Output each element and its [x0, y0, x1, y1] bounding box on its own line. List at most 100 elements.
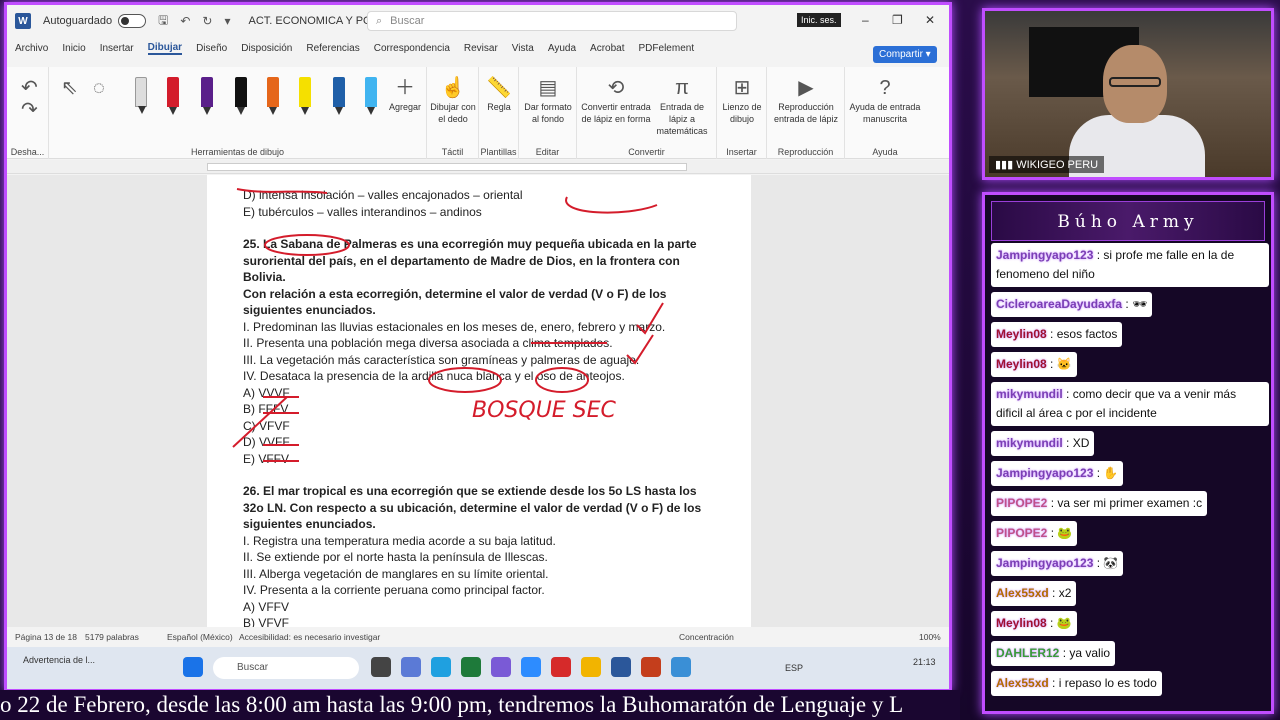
lasso-tool-icon[interactable]: ◌ [93, 75, 105, 101]
chat-message: Alex55xd : x2 [991, 581, 1271, 611]
zoom-level[interactable]: 100% [919, 632, 941, 642]
chat-username[interactable]: mikymundil [996, 387, 1063, 401]
chat-username[interactable]: PIPOPE2 [996, 526, 1047, 540]
tab-correspondencia[interactable]: Correspondencia [374, 43, 450, 54]
q25-item: IV. Desataca la presencia de la ardilla … [243, 369, 625, 383]
page-count[interactable]: Página 13 de 18 [15, 632, 77, 642]
ruler-button[interactable]: 📏 Regla [481, 75, 517, 113]
edge-icon[interactable] [431, 657, 451, 677]
language-status[interactable]: Español (México) [167, 632, 233, 642]
chat-username[interactable]: Meylin08 [996, 357, 1047, 371]
undo-icon[interactable]: ↶ [180, 14, 190, 28]
tab-inicio[interactable]: Inicio [62, 43, 85, 54]
chat-username[interactable]: CicleroareaDayudaxfa [996, 297, 1122, 311]
group-label-replay: Reproducción [777, 147, 834, 157]
signin-button[interactable]: Inic. ses. [797, 13, 841, 27]
chat-username[interactable]: Jampingyapo123 [996, 248, 1093, 262]
ink-replay-button[interactable]: ▶ Reproducción entrada de lápiz [771, 75, 841, 125]
redo-icon[interactable]: ↻ [202, 14, 212, 28]
chat-bubble: PIPOPE2 : 🐸 [991, 521, 1078, 546]
horizontal-ruler[interactable] [7, 160, 949, 174]
eraser-icon[interactable] [135, 77, 147, 114]
tab-archivo[interactable]: Archivo [15, 43, 48, 54]
tab-acrobat[interactable]: Acrobat [590, 43, 624, 54]
restore-icon[interactable]: ❐ [892, 13, 903, 27]
task-view-icon[interactable] [371, 657, 391, 677]
excel-icon[interactable] [461, 657, 481, 677]
tab-ayuda[interactable]: Ayuda [548, 43, 576, 54]
windows-start-icon[interactable] [183, 657, 203, 677]
q25-option: A) VVVF [243, 385, 290, 400]
chat-username[interactable]: mikymundil [996, 436, 1063, 450]
highlighter-yellow-icon[interactable] [299, 77, 311, 115]
pen-red-icon[interactable] [167, 77, 179, 115]
app-icon[interactable] [401, 657, 421, 677]
minimize-icon[interactable]: – [862, 13, 869, 27]
chat-username[interactable]: DAHLER12 [996, 646, 1059, 660]
pen-black-icon[interactable] [235, 77, 247, 115]
draw-with-finger-button[interactable]: ☝ Dibujar con el dedo [429, 75, 477, 125]
chat-text: esos factos [1056, 327, 1118, 341]
convert-group: ⟲ Convertir entrada de lápiz en forma π En… [577, 67, 717, 159]
q25-item: II. Presenta una población mega diversa … [243, 336, 613, 350]
chat-username[interactable]: Meylin08 [996, 616, 1047, 630]
signal-icon: ▮▮▮ [995, 159, 1017, 171]
customize-toolbar-icon[interactable]: ▾ [224, 14, 230, 28]
tab-disposicion[interactable]: Disposición [241, 43, 292, 54]
chrome-icon[interactable] [671, 657, 691, 677]
document-page[interactable]: D) intensa insolación – valles encajonad… [207, 175, 751, 627]
powerpoint-icon[interactable] [641, 657, 661, 677]
acrobat-icon[interactable] [551, 657, 571, 677]
q25-title-line: Con relación a esta ecorregión, determin… [243, 286, 667, 301]
taskbar-search[interactable]: Buscar [213, 657, 359, 679]
tab-pdfelement[interactable]: PDFelement [639, 43, 695, 54]
tab-referencias[interactable]: Referencias [306, 43, 359, 54]
ink-to-math-button[interactable]: π Entrada de lápiz a matemáticas [651, 75, 713, 137]
clock[interactable]: 21:13 [913, 657, 936, 667]
app-icon[interactable] [491, 657, 511, 677]
chat-username[interactable]: Jampingyapo123 [996, 556, 1093, 570]
redo-button[interactable]: ↷ [21, 97, 38, 123]
tab-diseno[interactable]: Diseño [196, 43, 227, 54]
word-window: W Autoguardado 🖫 ↶ ↻ ▾ ACT. ECONOMICA Y … [4, 2, 952, 692]
focus-mode[interactable]: Concentración [679, 632, 734, 642]
save-icon[interactable]: 🖫 [158, 11, 168, 32]
chat-messages: Jampingyapo123 : si profe me falle en la… [991, 243, 1271, 701]
word-icon[interactable] [611, 657, 631, 677]
q26-item: II. Se extiende por el norte hasta la pe… [243, 550, 548, 564]
add-pen-button[interactable]: ＋ Agregar [387, 75, 423, 113]
share-button[interactable]: Compartir ▾ [873, 46, 937, 63]
pen-orange-icon[interactable] [267, 77, 279, 115]
chat-username[interactable]: Jampingyapo123 [996, 466, 1093, 480]
tab-dibujar[interactable]: Dibujar [147, 42, 183, 55]
file-explorer-icon[interactable] [581, 657, 601, 677]
accessibility-status[interactable]: Accesibilidad: es necesario investigar [239, 632, 380, 642]
language-indicator[interactable]: ESP [785, 663, 803, 673]
tab-insertar[interactable]: Insertar [100, 43, 134, 54]
tab-revisar[interactable]: Revisar [464, 43, 498, 54]
ink-to-shape-button[interactable]: ⟲ Convertir entrada de lápiz en forma [581, 75, 651, 125]
drawing-canvas-button[interactable]: ⊞ Lienzo de dibujo [721, 75, 763, 125]
chat-username[interactable]: Alex55xd [996, 586, 1049, 600]
group-label-insert: Insertar [726, 147, 757, 157]
warning-notification[interactable]: Advertencia de l... [23, 655, 95, 665]
hand-icon: ☝ [440, 77, 466, 99]
pen-purple-icon[interactable] [201, 77, 213, 115]
format-background-button[interactable]: ▤ Dar formato al fondo [523, 75, 573, 125]
chat-username[interactable]: Meylin08 [996, 327, 1047, 341]
chat-username[interactable]: Alex55xd [996, 676, 1049, 690]
zoom-icon[interactable] [521, 657, 541, 677]
highlighter-blue-icon[interactable] [365, 77, 377, 115]
chat-message: mikymundil : como decir que va a venir m… [991, 382, 1271, 431]
close-icon[interactable]: ✕ [925, 13, 935, 27]
word-count[interactable]: 5179 palabras [85, 632, 139, 642]
ink-help-button[interactable]: ? Ayuda de entrada manuscrita [849, 75, 921, 125]
search-input[interactable]: ⌕ Buscar [367, 11, 737, 31]
tab-vista[interactable]: Vista [512, 43, 534, 54]
pen-blue-icon[interactable] [333, 77, 345, 115]
chat-text: 🕶 [1132, 297, 1148, 311]
select-tool-icon[interactable]: ⇖ [61, 75, 78, 101]
autosave-toggle[interactable] [118, 14, 147, 28]
document-area[interactable]: D) intensa insolación – valles encajonad… [7, 175, 949, 627]
chat-username[interactable]: PIPOPE2 [996, 496, 1047, 510]
